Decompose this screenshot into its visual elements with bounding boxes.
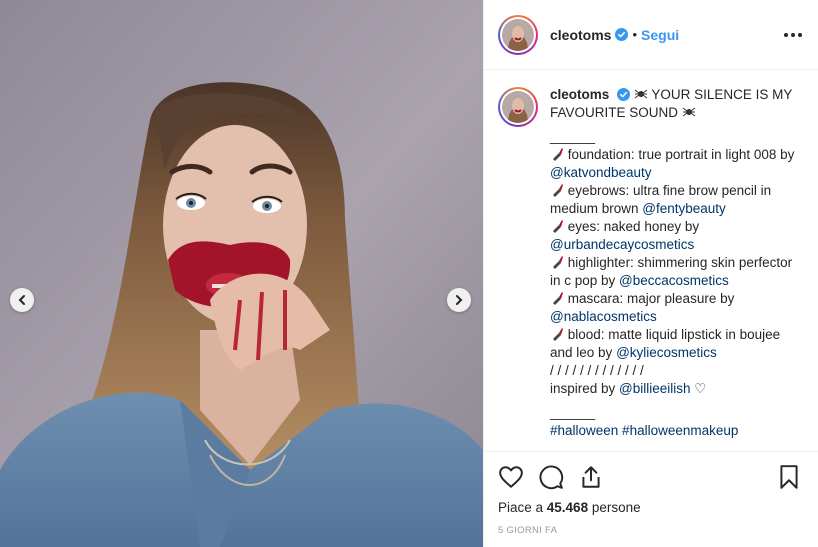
lipstick-emoji-icon: [553, 292, 563, 305]
caption-item: blood: matte liquid lipstick in boujee a…: [550, 327, 781, 360]
heart-icon[interactable]: [498, 464, 524, 490]
likes-count[interactable]: Piace a 45.468 persone: [498, 500, 802, 515]
spider-emoji-icon: [634, 89, 648, 99]
next-photo-button[interactable]: [447, 288, 471, 312]
comment-icon[interactable]: [538, 464, 564, 490]
verified-badge-icon: [615, 28, 629, 41]
header-separator: •: [632, 27, 638, 42]
caption-text: cleotoms YOUR SILENCE IS MY FAVOURITE SO…: [550, 86, 804, 440]
caption-avatar[interactable]: [498, 87, 538, 127]
lipstick-emoji-icon: [553, 148, 563, 161]
caption-divider: ______: [550, 405, 596, 420]
mention-link[interactable]: @katvondbeauty: [550, 165, 652, 180]
mention-link[interactable]: @urbandecaycosmetics: [550, 237, 694, 252]
mention-link[interactable]: @billieeilish: [619, 381, 690, 396]
caption-username[interactable]: cleotoms: [550, 87, 609, 102]
lipstick-emoji-icon: [553, 256, 563, 269]
heart-emoji: ♡: [694, 381, 707, 396]
post-actions: Piace a 45.468 persone 5 GIORNI FA: [484, 451, 818, 547]
lipstick-emoji-icon: [553, 328, 563, 341]
caption-item: eyes: naked honey by @urbandecaycosmetic…: [550, 219, 700, 252]
post-details-panel: cleotoms • Segui cleotoms YOUR SILENCE I…: [483, 0, 818, 547]
profile-picture: [502, 18, 534, 51]
share-icon[interactable]: [578, 464, 604, 490]
post-photo[interactable]: [0, 0, 483, 547]
mention-link[interactable]: @kyliecosmetics: [616, 345, 717, 360]
bookmark-icon[interactable]: [776, 464, 802, 490]
chevron-left-icon: [18, 295, 25, 305]
post-image: [0, 0, 483, 547]
caption-divider: ______: [550, 129, 596, 144]
spider-emoji-icon: [682, 107, 696, 117]
mention-link[interactable]: @beccacosmetics: [619, 273, 729, 288]
caption-inspired: inspired by @billieeilish ♡: [550, 381, 707, 396]
more-options-icon[interactable]: [784, 27, 802, 43]
chevron-right-icon: [456, 295, 463, 305]
profile-picture: [502, 91, 534, 123]
post-timestamp[interactable]: 5 GIORNI FA: [498, 525, 802, 536]
caption-comment: cleotoms YOUR SILENCE IS MY FAVOURITE SO…: [498, 86, 804, 440]
header-username[interactable]: cleotoms: [550, 27, 611, 43]
caption-item: mascara: major pleasure by @nablacosmeti…: [550, 291, 735, 324]
hashtags[interactable]: #halloween #halloweenmakeup: [550, 422, 804, 440]
mention-link[interactable]: @nablacosmetics: [550, 309, 657, 324]
caption-item: highlighter: shimmering skin perfector i…: [550, 255, 793, 288]
lipstick-emoji-icon: [553, 184, 563, 197]
caption-item: foundation: true portrait in light 008 b…: [550, 147, 795, 180]
mention-link[interactable]: @fentybeauty: [642, 201, 726, 216]
comments-section: cleotoms YOUR SILENCE IS MY FAVOURITE SO…: [484, 70, 818, 451]
follow-button[interactable]: Segui: [641, 27, 679, 43]
caption-item: eyebrows: ultra fine brow pencil in medi…: [550, 183, 772, 216]
post-header: cleotoms • Segui: [484, 0, 818, 70]
avatar[interactable]: [498, 14, 538, 55]
post-modal: cleotoms • Segui cleotoms YOUR SILENCE I…: [0, 0, 818, 547]
verified-badge-icon: [617, 88, 631, 101]
lipstick-emoji-icon: [553, 220, 563, 233]
caption-slashes: / / / / / / / / / / / / /: [550, 363, 644, 378]
previous-photo-button[interactable]: [10, 288, 34, 312]
